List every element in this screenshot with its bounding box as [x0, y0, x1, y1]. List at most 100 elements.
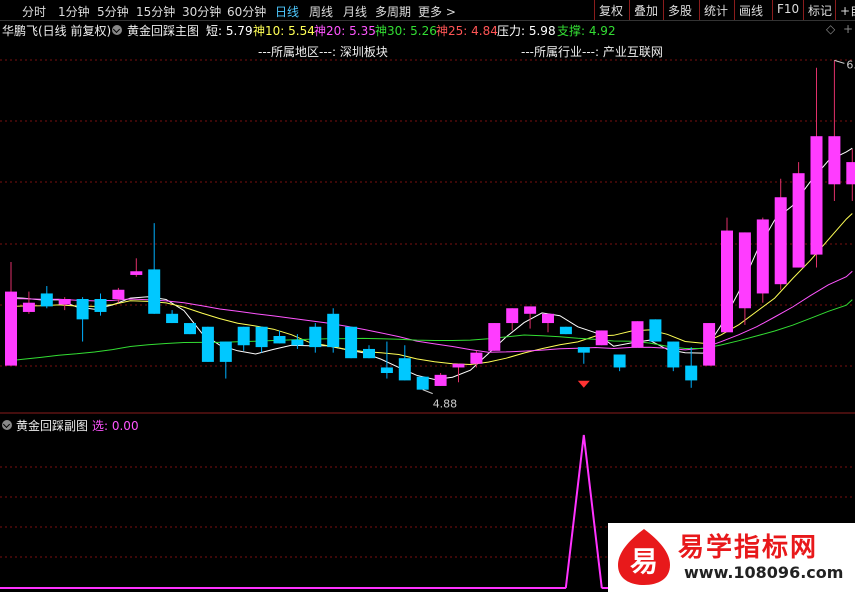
candle-body	[345, 326, 358, 359]
toolbar-button-1[interactable]: 叠加	[634, 2, 658, 19]
candle-body	[846, 162, 855, 185]
period-tab-0[interactable]: 分时	[22, 3, 46, 20]
logo-title: 易学指标网	[678, 533, 819, 563]
candle-body	[76, 299, 89, 320]
candle-body	[237, 326, 250, 346]
candle-body	[756, 219, 769, 294]
candle-body	[721, 230, 733, 333]
indicator-header: 华鹏飞(日线 前复权) 黄金回踩主图 短: 5.79 神10: 5.54 神20…	[0, 21, 855, 39]
diamond-icon[interactable]: ◇	[826, 22, 835, 36]
period-tab-10[interactable]: 更多 >	[418, 3, 456, 20]
period-tab-5[interactable]: 60分钟	[227, 3, 266, 20]
toolbar-button-2[interactable]: 多股	[668, 2, 692, 19]
candle-body	[40, 293, 53, 307]
candle-body	[309, 326, 322, 348]
period-tab-7[interactable]: 周线	[309, 3, 333, 20]
pressure-value: 压力: 5.98	[497, 24, 556, 38]
candle-body	[184, 323, 196, 335]
industry-label: ---所属行业---: 产业互联网	[521, 45, 663, 59]
candle-body	[58, 299, 71, 305]
period-tab-1[interactable]: 1分钟	[58, 3, 90, 20]
toolbar-divider	[734, 0, 735, 20]
candle-body	[434, 374, 447, 386]
stock-name: 华鹏飞(日线 前复权)	[2, 24, 112, 38]
period-toolbar: 分时 1分钟 5分钟 15分钟 30分钟 60分钟 日线 周线 月线 多周期 更多 > 复权 叠加 多股统…	[0, 0, 855, 21]
indicator-menu-icon[interactable]	[112, 22, 122, 36]
candle-body	[738, 232, 751, 309]
candle-body	[291, 339, 304, 346]
candle-body	[5, 291, 17, 366]
kline-chart[interactable]: 6.59 4.88	[0, 0, 855, 592]
toolbar-button-6[interactable]: 标记	[808, 2, 832, 19]
candle-body	[273, 336, 286, 344]
toolbar-divider	[803, 0, 804, 20]
candle-body	[327, 313, 340, 348]
period-tab-2[interactable]: 5分钟	[97, 3, 129, 20]
toolbar-button-3[interactable]: 统计	[704, 2, 728, 19]
toolbar-divider	[835, 0, 836, 20]
candle-body	[380, 367, 393, 373]
period-tab-4[interactable]: 30分钟	[182, 3, 221, 20]
period-tab-8[interactable]: 月线	[343, 3, 367, 20]
candle-body	[488, 323, 501, 351]
high-label: 6.59	[846, 58, 855, 71]
candle-body	[398, 358, 411, 381]
region-label: ---所属地区---: 深圳板块	[258, 45, 388, 59]
ma20-value: 神20: 5.35	[314, 24, 376, 38]
candle-body	[130, 271, 143, 275]
candle-body	[595, 330, 608, 346]
expand-icon[interactable]: +	[843, 22, 853, 36]
period-tab-3[interactable]: 15分钟	[136, 3, 175, 20]
toolbar-divider	[594, 0, 595, 20]
candle-body	[524, 306, 537, 314]
ma25-value: 神25: 4.84	[436, 24, 498, 38]
candle-body	[219, 341, 232, 362]
sub-indicator-value: 选: 0.00	[92, 419, 139, 433]
candle-body	[506, 308, 519, 324]
logo-badge-icon: 易	[618, 529, 670, 585]
ma10-value: 神10: 5.54	[253, 24, 315, 38]
candle-body	[792, 173, 805, 268]
candle-body	[685, 365, 698, 381]
candle-body	[94, 299, 107, 312]
candle-body	[828, 136, 841, 185]
candle-body	[703, 323, 716, 366]
candle-body	[577, 347, 590, 353]
low-marker	[422, 389, 433, 395]
candle-body	[112, 289, 125, 299]
candle-body	[363, 348, 375, 359]
candle-body	[559, 326, 572, 335]
toolbar-button-0[interactable]: 复权	[599, 2, 623, 19]
sub-indicator-name[interactable]: 黄金回踩副图	[16, 417, 88, 434]
ma30-value: 神30: 5.26	[375, 24, 437, 38]
support-value: 支撑: 4.92	[557, 24, 616, 38]
candle-body	[166, 313, 179, 324]
toolbar-button-7[interactable]: +自	[840, 2, 855, 19]
toolbar-divider	[699, 0, 700, 20]
candle-body	[416, 376, 429, 390]
period-tab-6[interactable]: 日线	[275, 3, 299, 20]
candle-body	[542, 313, 554, 324]
toolbar-button-5[interactable]: F10	[777, 2, 799, 16]
candle-body	[22, 302, 35, 312]
candle-body	[774, 197, 787, 285]
candle-body	[148, 269, 161, 314]
short-value: 短: 5.79	[206, 24, 253, 38]
signal-diamond-icon	[577, 380, 590, 388]
candle-body	[255, 326, 268, 348]
toolbar-divider	[663, 0, 664, 20]
sub-indicator-menu-icon[interactable]	[2, 417, 12, 431]
candle-body	[452, 363, 465, 368]
candle-body	[470, 352, 483, 364]
candle-body	[810, 136, 823, 255]
toolbar-divider	[772, 0, 773, 20]
high-marker	[834, 59, 845, 64]
toolbar-divider	[629, 0, 630, 20]
watermark-logo: 易 易学指标网 www.108096.com	[608, 523, 855, 592]
main-indicator-name[interactable]: 黄金回踩主图	[127, 22, 199, 39]
candle-body	[667, 341, 680, 368]
low-label: 4.88	[433, 398, 458, 411]
toolbar-button-4[interactable]: 画线	[739, 2, 763, 19]
period-tab-9[interactable]: 多周期	[375, 3, 411, 20]
candle-body	[201, 326, 214, 362]
